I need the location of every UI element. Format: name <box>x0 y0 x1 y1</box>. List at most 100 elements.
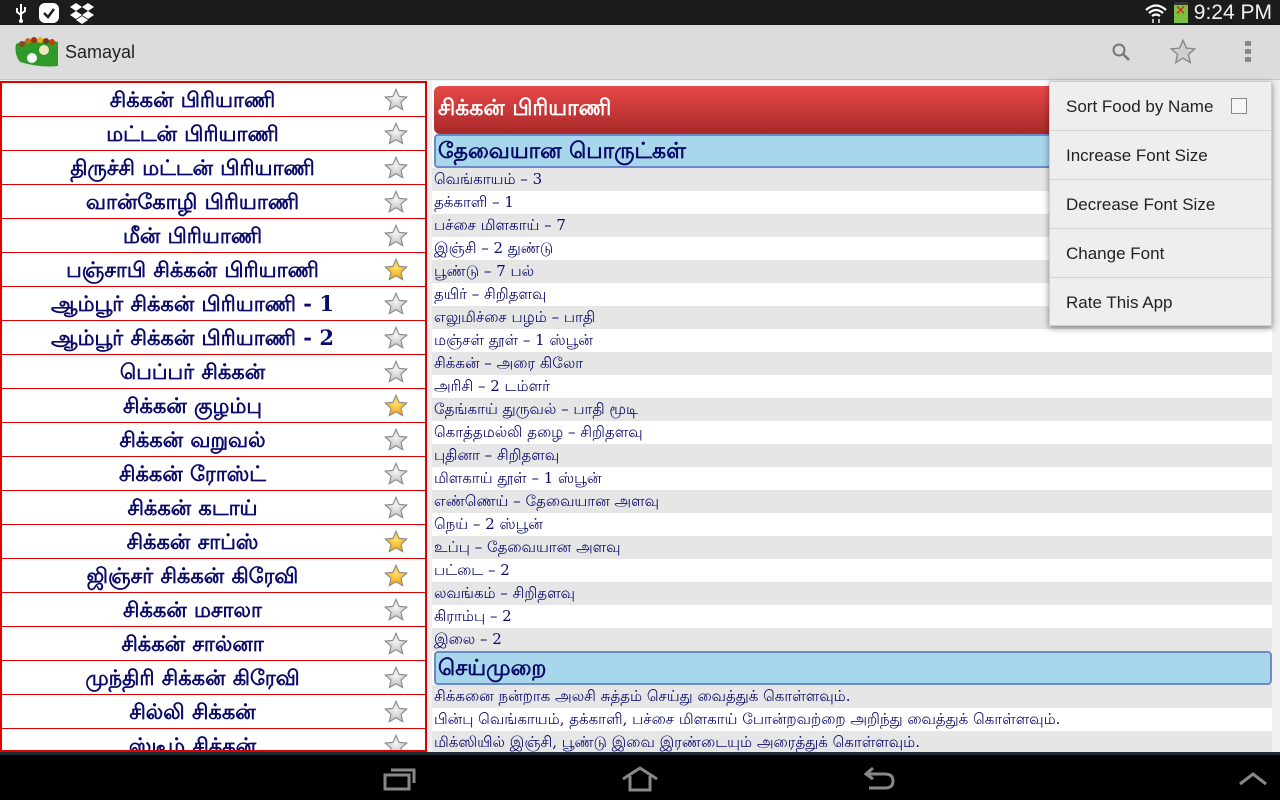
star-outline-icon[interactable] <box>383 359 409 385</box>
usb-icon <box>16 4 26 23</box>
star-outline-icon[interactable] <box>383 495 409 521</box>
favorites-button[interactable] <box>1166 35 1200 69</box>
star-outline-icon[interactable] <box>383 223 409 249</box>
star-outline-icon[interactable] <box>383 325 409 351</box>
food-list-item[interactable]: ஜிஞ்சர் சிக்கன் கிரேவி <box>2 559 425 593</box>
food-list-item[interactable]: மட்டன் பிரியாணி <box>2 117 425 151</box>
method-step: மிக்ஸியில் இஞ்சி, பூண்டு இவை இரண்டையும் … <box>432 731 1272 752</box>
navigation-bar <box>0 752 1280 800</box>
wifi-icon <box>1145 3 1167 23</box>
star-outline-icon[interactable] <box>383 631 409 657</box>
sort-checkbox[interactable] <box>1231 98 1247 114</box>
chevron-up-icon <box>1239 772 1267 786</box>
food-list-item[interactable]: ஆம்பூர் சிக்கன் பிரியாணி - 2 <box>2 321 425 355</box>
back-icon <box>863 767 895 790</box>
food-name: சிக்கன் மசாலா <box>123 596 262 622</box>
food-list-item[interactable]: சிக்கன் பிரியாணி <box>2 83 425 117</box>
food-list-item[interactable]: மீன் பிரியாணி <box>2 219 425 253</box>
ingredient-row: பட்டை – 2 <box>432 559 1272 582</box>
status-notifications <box>14 2 94 24</box>
status-bar: 9:24 PM <box>0 0 1280 25</box>
menu-item-decrease-font[interactable]: Decrease Font Size <box>1050 180 1271 229</box>
food-list-item[interactable]: வான்கோழி பிரியாணி <box>2 185 425 219</box>
food-list-item[interactable]: சில்லி சிக்கன் <box>2 695 425 729</box>
search-icon <box>1112 43 1130 61</box>
method-step: சிக்கனை நன்றாக அலசி சுத்தம் செய்து வைத்த… <box>432 685 1272 708</box>
app-title: Samayal <box>65 42 136 62</box>
star-outline-icon[interactable] <box>383 291 409 317</box>
method-step: பின்பு வெங்காயம், தக்காளி, பச்சை மிளகாய்… <box>432 708 1272 731</box>
back-button[interactable] <box>855 763 905 795</box>
food-list-item[interactable]: சிக்கன் சாப்ஸ் <box>2 525 425 559</box>
ingredient-row: புதினா – சிறிதளவு <box>432 444 1272 467</box>
star-outline-icon[interactable] <box>383 155 409 181</box>
recent-apps-button[interactable] <box>375 763 425 795</box>
star-outline-icon[interactable] <box>383 597 409 623</box>
menu-item-label: Increase Font Size <box>1066 146 1208 165</box>
overflow-menu: Sort Food by Name Increase Font Size Dec… <box>1049 81 1272 326</box>
menu-item-label: Decrease Font Size <box>1066 195 1216 214</box>
star-outline-icon[interactable] <box>383 121 409 147</box>
food-list-item[interactable]: ஸ்டீம் சிக்கன் <box>2 729 425 752</box>
star-outline-icon[interactable] <box>383 189 409 215</box>
overflow-menu-icon <box>1245 41 1251 62</box>
star-filled-icon[interactable] <box>383 529 409 555</box>
star-outline-icon[interactable] <box>383 427 409 453</box>
recent-apps-icon <box>383 768 416 791</box>
expand-button[interactable] <box>1228 763 1278 795</box>
food-list-item[interactable]: பெப்பர் சிக்கன் <box>2 355 425 389</box>
star-icon <box>1169 38 1197 64</box>
star-outline-icon[interactable] <box>383 665 409 691</box>
food-list-item[interactable]: சிக்கன் வறுவல் <box>2 423 425 457</box>
check-notification-icon <box>39 3 59 23</box>
food-list-item[interactable]: சிக்கன் மசாலா <box>2 593 425 627</box>
star-filled-icon[interactable] <box>383 563 409 589</box>
food-list-item[interactable]: சிக்கன் சால்னா <box>2 627 425 661</box>
food-name: திருச்சி மட்டன் பிரியாணி <box>70 154 315 180</box>
dropbox-icon <box>70 3 94 24</box>
star-filled-icon[interactable] <box>383 257 409 283</box>
ingredient-row: கிராம்பு – 2 <box>432 605 1272 628</box>
food-name: வான்கோழி பிரியாணி <box>85 188 300 214</box>
food-name: சில்லி சிக்கன் <box>129 698 256 724</box>
ingredient-row: மஞ்சள் தூள் – 1 ஸ்பூன் <box>432 329 1272 352</box>
food-list-item[interactable]: பஞ்சாபி சிக்கன் பிரியாணி <box>2 253 425 287</box>
food-list[interactable]: சிக்கன் பிரியாணி மட்டன் பிரியாணி திருச்சி … <box>0 81 427 752</box>
search-button[interactable] <box>1104 35 1138 69</box>
scrollbar[interactable] <box>1272 81 1280 752</box>
food-name: பஞ்சாபி சிக்கன் பிரியாணி <box>66 256 319 282</box>
star-outline-icon[interactable] <box>383 733 409 752</box>
star-outline-icon[interactable] <box>383 699 409 725</box>
menu-item-rate-app[interactable]: Rate This App <box>1050 278 1271 327</box>
food-name: பெப்பர் சிக்கன் <box>119 358 266 384</box>
menu-item-change-font[interactable]: Change Font <box>1050 229 1271 278</box>
food-name: ஆம்பூர் சிக்கன் பிரியாணி - 1 <box>51 290 334 316</box>
food-name: சிக்கன் பிரியாணி <box>109 86 276 112</box>
menu-item-sort-by-name[interactable]: Sort Food by Name <box>1050 82 1271 131</box>
ingredient-row: உப்பு – தேவையான அளவு <box>432 536 1272 559</box>
menu-item-increase-font[interactable]: Increase Font Size <box>1050 131 1271 180</box>
food-list-item[interactable]: முந்திரி சிக்கன் கிரேவி <box>2 661 425 695</box>
food-name: மீன் பிரியாணி <box>122 222 263 248</box>
home-icon <box>622 766 658 792</box>
ingredient-row: கொத்தமல்லி தழை – சிறிதளவு <box>432 421 1272 444</box>
ingredient-row: நெய் – 2 ஸ்பூன் <box>432 513 1272 536</box>
food-list-item[interactable]: சிக்கன் குழம்பு <box>2 389 425 423</box>
app-logo-icon[interactable] <box>14 36 60 68</box>
food-list-item[interactable]: சிக்கன் ரோஸ்ட் <box>2 457 425 491</box>
home-button[interactable] <box>615 763 665 795</box>
food-list-item[interactable]: ஆம்பூர் சிக்கன் பிரியாணி - 1 <box>2 287 425 321</box>
ingredient-row: எண்ணெய் – தேவையான அளவு <box>432 490 1272 513</box>
method-steps: சிக்கனை நன்றாக அலசி சுத்தம் செய்து வைத்த… <box>432 685 1280 752</box>
star-filled-icon[interactable] <box>383 393 409 419</box>
food-list-item[interactable]: சிக்கன் கடாய் <box>2 491 425 525</box>
food-name: சிக்கன் ரோஸ்ட் <box>119 460 266 486</box>
food-list-item[interactable]: திருச்சி மட்டன் பிரியாணி <box>2 151 425 185</box>
star-outline-icon[interactable] <box>383 461 409 487</box>
star-outline-icon[interactable] <box>383 87 409 113</box>
overflow-menu-button[interactable] <box>1231 35 1265 69</box>
action-bar: Samayal <box>0 25 1280 80</box>
food-name: சிக்கன் கடாய் <box>127 494 258 520</box>
ingredient-row: தேங்காய் துருவல் – பாதி மூடி <box>432 398 1272 421</box>
food-name: ஆம்பூர் சிக்கன் பிரியாணி - 2 <box>51 324 334 350</box>
